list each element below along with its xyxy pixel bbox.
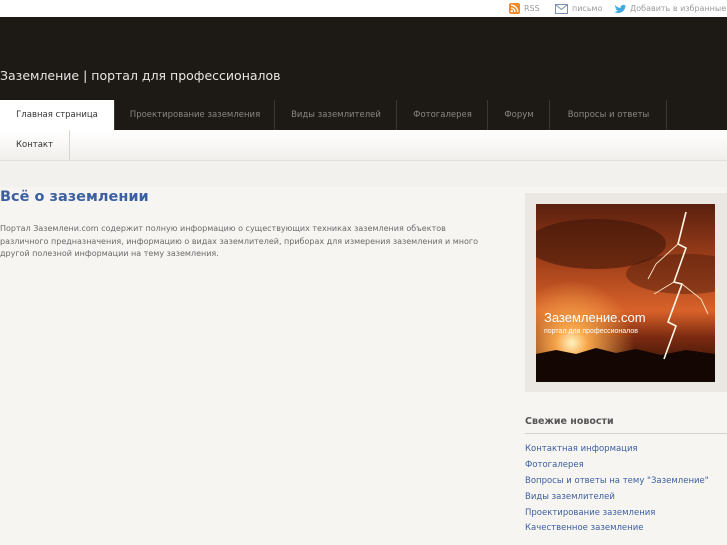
favorites-label: Добавить в избранные [630, 4, 727, 13]
site-title[interactable]: Заземление | портал для профессионалов [0, 68, 281, 83]
favorites-link[interactable]: Добавить в избранные [614, 0, 726, 17]
twitter-bird-icon [614, 4, 626, 13]
nav-item-grounding-design[interactable]: Проектирование заземления [114, 100, 275, 130]
nav-item-home[interactable]: Главная страница [0, 100, 114, 130]
nav-item-faq[interactable]: Вопросы и ответы [549, 100, 667, 130]
page-heading: Всё о заземлении [0, 189, 149, 205]
content-top-strip [0, 161, 727, 187]
news-divider [525, 433, 727, 434]
nav-item-contact[interactable]: Контакт [0, 130, 70, 160]
news-link-quality-grounding[interactable]: Качественное заземление [525, 523, 709, 539]
news-link-grounding-design[interactable]: Проектирование заземления [525, 508, 709, 524]
top-utility-bar: RSS письмо Добавить в избранные [0, 0, 727, 17]
mail-label: письмо [572, 4, 603, 13]
banner-subtitle: портал для профессионалов [544, 328, 638, 335]
rss-label: RSS [524, 4, 540, 13]
main-navigation: Главная страница Проектирование заземлен… [0, 100, 727, 130]
mail-link[interactable]: письмо [555, 0, 602, 17]
banner-frame: Заземление.com портал для профессионалов [525, 193, 727, 392]
news-heading: Свежие новости [525, 416, 614, 427]
banner-image[interactable]: Заземление.com портал для профессионалов [536, 204, 715, 382]
rss-icon [509, 3, 520, 14]
rss-link[interactable]: RSS [509, 0, 540, 17]
intro-text: Портал Заземлени.com содержит полную инф… [0, 224, 479, 259]
nav-item-forum[interactable]: Форум [487, 100, 550, 130]
news-link-gallery[interactable]: Фотогалерея [525, 460, 709, 476]
banner-title: Заземление.com [544, 310, 646, 325]
nav-spacer [666, 100, 727, 130]
news-link-electrode-types[interactable]: Виды заземлителей [525, 492, 709, 508]
nav-item-gallery[interactable]: Фотогалерея [396, 100, 488, 130]
news-list: Контактная информация Фотогалерея Вопрос… [525, 444, 709, 539]
mail-icon [555, 3, 568, 14]
news-link-faq[interactable]: Вопросы и ответы на тему "Заземление" [525, 476, 709, 492]
news-link-contacts[interactable]: Контактная информация [525, 444, 709, 460]
secondary-navigation: Контакт [0, 130, 727, 161]
lightning-sunset-image: Заземление.com портал для профессионалов [536, 204, 715, 382]
nav-item-electrode-types[interactable]: Виды заземлителей [274, 100, 397, 130]
